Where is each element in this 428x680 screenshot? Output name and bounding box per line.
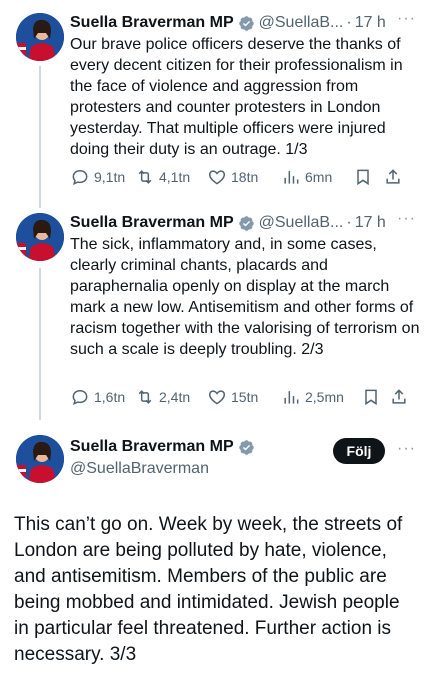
repost-button[interactable]: 2,4tn xyxy=(135,387,207,407)
reply-icon xyxy=(72,169,88,185)
views-icon xyxy=(284,171,299,184)
avatar[interactable] xyxy=(16,213,64,261)
tweet-text: Our brave police officers deserve the th… xyxy=(70,36,403,158)
share-icon xyxy=(386,169,400,184)
tweet-text: This can’t go on. Week by week, the stre… xyxy=(14,514,403,665)
more-icon[interactable]: ··· xyxy=(397,210,416,228)
repost-count: 2,4tn xyxy=(159,389,191,405)
repost-icon xyxy=(138,390,152,404)
reply-icon xyxy=(72,389,88,405)
like-button[interactable]: 15tn xyxy=(207,387,281,407)
author-name[interactable]: Suella Braverman MP xyxy=(70,438,234,456)
main-tweet[interactable]: Suella Braverman MP @SuellaBraverman Föl… xyxy=(0,432,428,680)
views-button[interactable]: 6mn xyxy=(281,167,353,187)
more-icon[interactable]: ··· xyxy=(397,10,416,28)
follow-button[interactable]: Följ xyxy=(333,438,385,464)
views-button[interactable]: 2,5mn xyxy=(281,387,361,407)
timestamp[interactable]: 17 h xyxy=(355,14,386,32)
verified-badge-icon xyxy=(238,439,254,455)
author-handle[interactable]: @SuellaB... xyxy=(259,14,344,32)
timestamp[interactable]: 17 h xyxy=(355,214,386,232)
bookmark-button[interactable] xyxy=(361,387,389,407)
share-button[interactable] xyxy=(389,387,413,407)
separator-dot: · xyxy=(346,14,352,31)
views-count: 6mn xyxy=(305,169,333,185)
verified-badge-icon xyxy=(238,15,254,31)
tweet-actions: 1,6tn 2,4tn 15tn 2,5mn xyxy=(70,386,420,408)
reply-button[interactable]: 1,6tn xyxy=(70,387,135,407)
tweet-header: Suella Braverman MP @SuellaB... · 17 h xyxy=(70,212,418,234)
author-name[interactable]: Suella Braverman MP xyxy=(70,14,234,32)
author-handle[interactable]: @SuellaBraverman xyxy=(70,460,209,478)
reply-count: 9,1tn xyxy=(94,169,126,185)
share-button[interactable] xyxy=(383,167,407,187)
reply-button[interactable]: 9,1tn xyxy=(70,167,135,187)
like-count: 15tn xyxy=(231,389,259,405)
bookmark-icon xyxy=(357,169,369,186)
tweet-actions: 9,1tn 4,1tn 18tn 6mn xyxy=(70,166,420,188)
separator-dot: · xyxy=(346,214,352,231)
views-icon xyxy=(284,391,299,404)
repost-count: 4,1tn xyxy=(159,169,191,185)
like-count: 18tn xyxy=(231,169,259,185)
more-icon[interactable]: ··· xyxy=(397,440,416,458)
tweet-text: The sick, inflammatory and, in some case… xyxy=(70,236,420,358)
like-button[interactable]: 18tn xyxy=(207,167,281,187)
like-icon xyxy=(208,170,226,185)
reply-count: 1,6tn xyxy=(94,389,126,405)
tweet-header: Suella Braverman MP @SuellaB... · 17 h xyxy=(70,12,418,34)
repost-icon xyxy=(138,170,152,184)
repost-button[interactable]: 4,1tn xyxy=(135,167,207,187)
like-icon xyxy=(208,390,226,405)
views-count: 2,5mn xyxy=(305,389,344,405)
author-name[interactable]: Suella Braverman MP xyxy=(70,214,234,232)
avatar[interactable] xyxy=(16,13,64,61)
tweet-2[interactable]: Suella Braverman MP @SuellaB... · 17 h ·… xyxy=(0,210,428,415)
bookmark-icon xyxy=(365,389,377,406)
author-name-row: Suella Braverman MP xyxy=(70,438,259,456)
avatar[interactable] xyxy=(16,435,64,483)
share-icon xyxy=(392,389,406,404)
bookmark-button[interactable] xyxy=(353,167,383,187)
verified-badge-icon xyxy=(238,215,254,231)
tweet-1[interactable]: Suella Braverman MP @SuellaB... · 17 h ·… xyxy=(0,10,428,200)
author-handle[interactable]: @SuellaB... xyxy=(259,214,344,232)
